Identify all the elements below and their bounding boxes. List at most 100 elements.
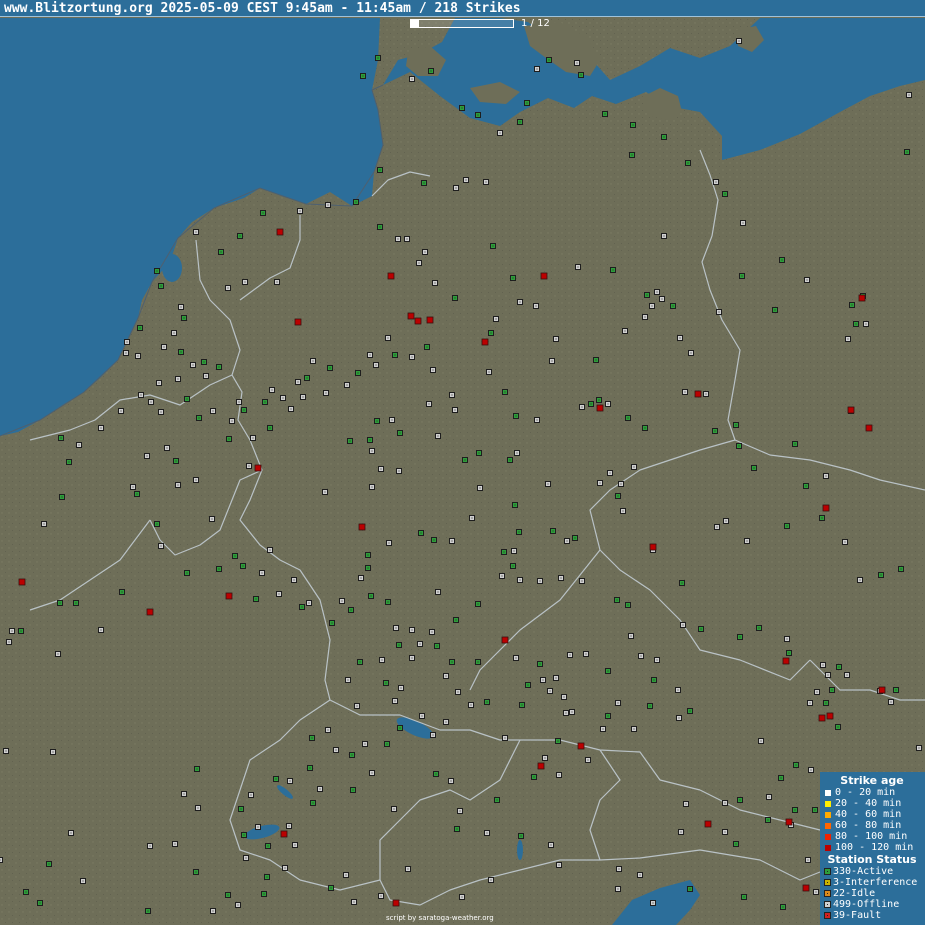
- station-marker[interactable]: [367, 437, 373, 443]
- station-marker[interactable]: [622, 328, 628, 334]
- station-marker[interactable]: [556, 862, 562, 868]
- station-marker[interactable]: [248, 792, 254, 798]
- station-marker[interactable]: [722, 191, 728, 197]
- station-marker[interactable]: [385, 599, 391, 605]
- station-marker[interactable]: [517, 299, 523, 305]
- station-marker[interactable]: [365, 552, 371, 558]
- station-marker[interactable]: [365, 565, 371, 571]
- station-marker[interactable]: [66, 459, 72, 465]
- lightning-strike-marker[interactable]: [407, 312, 415, 320]
- station-marker[interactable]: [784, 523, 790, 529]
- station-marker[interactable]: [475, 601, 481, 607]
- station-marker[interactable]: [736, 443, 742, 449]
- station-marker[interactable]: [421, 180, 427, 186]
- station-marker[interactable]: [615, 886, 621, 892]
- lightning-strike-marker[interactable]: [878, 686, 886, 694]
- station-marker[interactable]: [723, 518, 729, 524]
- station-marker[interactable]: [898, 566, 904, 572]
- station-marker[interactable]: [457, 808, 463, 814]
- station-marker[interactable]: [345, 677, 351, 683]
- station-marker[interactable]: [175, 376, 181, 382]
- station-marker[interactable]: [310, 358, 316, 364]
- station-marker[interactable]: [814, 689, 820, 695]
- station-marker[interactable]: [419, 713, 425, 719]
- station-marker[interactable]: [286, 823, 292, 829]
- station-marker[interactable]: [347, 438, 353, 444]
- station-marker[interactable]: [736, 38, 742, 44]
- station-marker[interactable]: [226, 436, 232, 442]
- station-marker[interactable]: [716, 309, 722, 315]
- station-marker[interactable]: [842, 539, 848, 545]
- station-marker[interactable]: [343, 872, 349, 878]
- station-marker[interactable]: [274, 279, 280, 285]
- station-marker[interactable]: [778, 775, 784, 781]
- lightning-strike-marker[interactable]: [826, 712, 834, 720]
- station-marker[interactable]: [555, 738, 561, 744]
- station-marker[interactable]: [807, 700, 813, 706]
- station-marker[interactable]: [398, 685, 404, 691]
- station-marker[interactable]: [561, 694, 567, 700]
- station-marker[interactable]: [488, 877, 494, 883]
- station-marker[interactable]: [525, 682, 531, 688]
- station-marker[interactable]: [369, 770, 375, 776]
- station-marker[interactable]: [195, 805, 201, 811]
- station-marker[interactable]: [820, 662, 826, 668]
- station-marker[interactable]: [353, 199, 359, 205]
- station-marker[interactable]: [564, 538, 570, 544]
- station-marker[interactable]: [550, 528, 556, 534]
- station-marker[interactable]: [374, 418, 380, 424]
- station-marker[interactable]: [218, 249, 224, 255]
- station-marker[interactable]: [171, 330, 177, 336]
- station-marker[interactable]: [118, 408, 124, 414]
- station-marker[interactable]: [513, 413, 519, 419]
- station-marker[interactable]: [262, 399, 268, 405]
- station-marker[interactable]: [235, 902, 241, 908]
- station-marker[interactable]: [344, 382, 350, 388]
- station-marker[interactable]: [574, 60, 580, 66]
- station-marker[interactable]: [154, 268, 160, 274]
- station-marker[interactable]: [327, 365, 333, 371]
- lightning-strike-marker[interactable]: [785, 818, 793, 826]
- station-marker[interactable]: [614, 597, 620, 603]
- station-marker[interactable]: [236, 399, 242, 405]
- station-marker[interactable]: [644, 292, 650, 298]
- station-marker[interactable]: [825, 672, 831, 678]
- station-marker[interactable]: [396, 642, 402, 648]
- station-marker[interactable]: [409, 655, 415, 661]
- station-marker[interactable]: [430, 732, 436, 738]
- station-marker[interactable]: [379, 657, 385, 663]
- station-marker[interactable]: [642, 314, 648, 320]
- station-marker[interactable]: [849, 302, 855, 308]
- station-marker[interactable]: [392, 352, 398, 358]
- station-marker[interactable]: [375, 55, 381, 61]
- station-marker[interactable]: [377, 167, 383, 173]
- lightning-strike-marker[interactable]: [392, 899, 400, 907]
- station-marker[interactable]: [384, 741, 390, 747]
- station-marker[interactable]: [261, 891, 267, 897]
- station-marker[interactable]: [629, 152, 635, 158]
- station-marker[interactable]: [537, 661, 543, 667]
- station-marker[interactable]: [225, 285, 231, 291]
- station-marker[interactable]: [209, 516, 215, 522]
- station-marker[interactable]: [486, 369, 492, 375]
- station-marker[interactable]: [433, 771, 439, 777]
- station-marker[interactable]: [888, 699, 894, 705]
- station-marker[interactable]: [452, 295, 458, 301]
- station-marker[interactable]: [424, 344, 430, 350]
- station-marker[interactable]: [459, 105, 465, 111]
- lightning-strike-marker[interactable]: [694, 390, 702, 398]
- station-marker[interactable]: [484, 699, 490, 705]
- station-marker[interactable]: [135, 353, 141, 359]
- station-marker[interactable]: [76, 442, 82, 448]
- station-marker[interactable]: [259, 570, 265, 576]
- station-marker[interactable]: [250, 435, 256, 441]
- station-marker[interactable]: [154, 521, 160, 527]
- lightning-strike-marker[interactable]: [865, 424, 873, 432]
- station-marker[interactable]: [255, 824, 261, 830]
- station-marker[interactable]: [844, 672, 850, 678]
- station-marker[interactable]: [579, 578, 585, 584]
- station-marker[interactable]: [780, 904, 786, 910]
- station-marker[interactable]: [585, 757, 591, 763]
- station-marker[interactable]: [3, 748, 9, 754]
- station-marker[interactable]: [417, 641, 423, 647]
